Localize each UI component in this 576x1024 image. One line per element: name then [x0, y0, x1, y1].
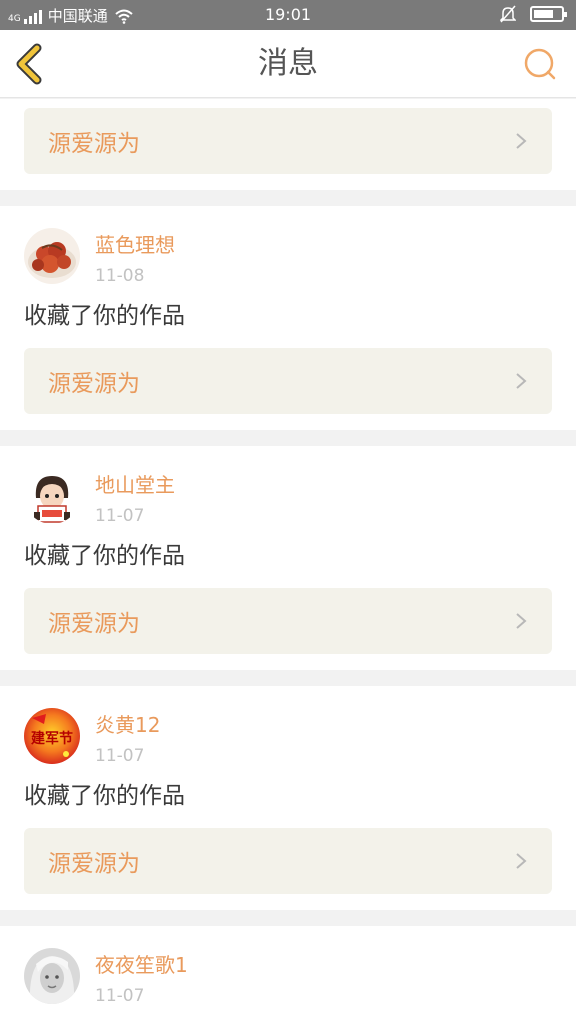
back-button[interactable]: [12, 42, 52, 86]
chevron-right-icon: [516, 133, 527, 149]
chevron-right-icon: [516, 613, 527, 629]
chevron-left-icon: [16, 43, 42, 85]
username[interactable]: 蓝色理想: [95, 231, 175, 259]
avatar[interactable]: [24, 948, 80, 1004]
notification-card: 源爱源为: [0, 99, 576, 190]
work-title: 源爱源为: [48, 611, 140, 637]
avatar-text: 建军节: [31, 731, 73, 747]
bell-muted-icon: [500, 5, 516, 23]
username[interactable]: 地山堂主: [95, 471, 175, 499]
notification-card: 夜夜笙歌1 11-07: [0, 926, 576, 1024]
notification-text: 收藏了你的作品: [24, 783, 185, 809]
notification-card: 蓝色理想 11-08 收藏了你的作品 源爱源为: [0, 206, 576, 430]
work-link[interactable]: 源爱源为: [24, 348, 552, 414]
work-link[interactable]: 源爱源为: [24, 828, 552, 894]
timestamp: 11-08: [95, 266, 145, 286]
work-link[interactable]: 源爱源为: [24, 108, 552, 174]
username[interactable]: 炎黄12: [95, 711, 160, 739]
avatar[interactable]: 建军节: [24, 708, 80, 764]
work-link[interactable]: 源爱源为: [24, 588, 552, 654]
search-button[interactable]: [522, 46, 558, 82]
work-title: 源爱源为: [48, 851, 140, 877]
chevron-right-icon: [516, 373, 527, 389]
notification-feed: 源爱源为 蓝色理想 11-08 收藏了你的作品 源爱源为 地山堂主 11-07 …: [0, 99, 576, 1024]
timestamp: 11-07: [95, 506, 145, 526]
chevron-right-icon: [516, 853, 527, 869]
search-icon: [524, 48, 556, 80]
timestamp: 11-07: [95, 986, 145, 1006]
username[interactable]: 夜夜笙歌1: [95, 951, 188, 979]
timestamp: 11-07: [95, 746, 145, 766]
avatar[interactable]: [24, 468, 80, 524]
page-title: 消息: [258, 46, 318, 81]
notification-card: 建军节 炎黄12 11-07 收藏了你的作品 源爱源为: [0, 686, 576, 910]
status-bar: 4G 中国联通 19:01: [0, 0, 576, 30]
notification-card: 地山堂主 11-07 收藏了你的作品 源爱源为: [0, 446, 576, 670]
work-title: 源爱源为: [48, 371, 140, 397]
avatar[interactable]: [24, 228, 80, 284]
battery-icon: [530, 6, 567, 22]
notification-text: 收藏了你的作品: [24, 543, 185, 569]
notification-text: 收藏了你的作品: [24, 303, 185, 329]
header: 消息: [0, 30, 576, 98]
clock: 19:01: [264, 5, 312, 24]
work-title: 源爱源为: [48, 131, 140, 157]
